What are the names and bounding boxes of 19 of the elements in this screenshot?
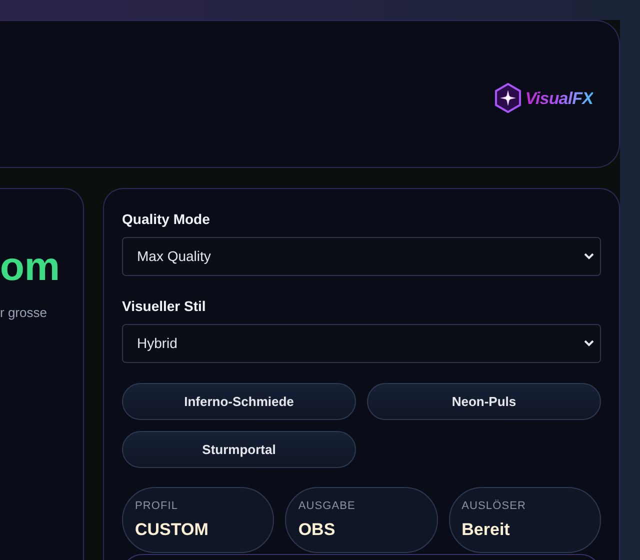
logo-text: VisualFX xyxy=(525,90,593,106)
preset-button[interactable]: Sturmportal xyxy=(122,431,356,468)
stat-value: CUSTOM xyxy=(135,519,210,541)
stat-value: Bereit xyxy=(462,519,511,541)
preset-button[interactable]: Inferno-Schmiede xyxy=(122,383,356,420)
dropdown[interactable]: Hybrid xyxy=(122,324,601,363)
stat-label: PROFIL xyxy=(135,498,180,514)
field-label: Quality Mode xyxy=(122,210,211,229)
headline: om xyxy=(0,247,60,287)
preset-button[interactable]: Neon-Puls xyxy=(367,383,601,420)
stat-label: AUSGABE xyxy=(298,498,356,514)
stat-value: OBS xyxy=(298,519,336,541)
subtitle: r grosse xyxy=(0,304,47,322)
chevron-down-icon xyxy=(584,340,594,347)
chevron-down-icon xyxy=(584,253,594,260)
stat-label: AUSLÖSER xyxy=(462,498,527,514)
field-label: Visueller Stil xyxy=(122,297,207,316)
dropdown[interactable]: Max Quality xyxy=(122,237,601,276)
sparkle-hexagon-icon xyxy=(495,83,522,113)
